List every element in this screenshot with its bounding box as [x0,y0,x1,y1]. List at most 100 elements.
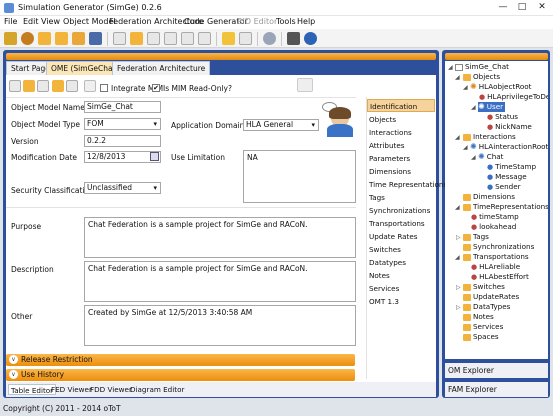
release-restriction-section[interactable]: ∨ Release Restriction [6,354,355,366]
mim-import-icon[interactable] [84,80,96,92]
tree-node-root[interactable]: SimGe_Chat [455,62,509,72]
tree-node-dimensions[interactable]: Dimensions [463,192,515,202]
tree-node-interactions[interactable]: Interactions [463,132,516,142]
maximize-button[interactable]: □ [512,1,532,14]
tree-node-services[interactable]: Services [463,322,503,332]
category-tags[interactable]: Tags [367,191,435,204]
tree-node-notes[interactable]: Notes [463,312,494,322]
category-notes[interactable]: Notes [367,269,435,282]
new-project-icon[interactable] [4,32,17,45]
tree-node-nickname[interactable]: ● NickName [487,122,532,132]
tree-node-objects[interactable]: Objects [463,72,500,82]
tree-node-hla-besteffort[interactable]: ● HLAbestEffort [471,272,529,282]
category-parameters[interactable]: Parameters [367,152,435,165]
mim-open-icon[interactable] [23,80,35,92]
category-omt13[interactable]: OMT 1.3 [367,295,435,308]
tree-node-time-representations[interactable]: TimeRepresentations [463,202,548,212]
category-interactions[interactable]: Interactions [367,126,435,139]
collapse-icon[interactable]: ◢ [471,104,476,111]
category-update-rates[interactable]: Update Rates [367,230,435,243]
mim-save-icon[interactable] [66,80,78,92]
expand-icon[interactable]: ▷ [456,284,461,291]
generate-code-icon[interactable] [222,32,235,45]
menu-tools[interactable]: Tools [276,17,296,26]
tree-node-switches[interactable]: Switches [463,282,505,292]
tree-node-hla-object-root[interactable]: ✺ HLAobjectRoot [470,82,532,92]
tree-node-update-rates[interactable]: UpdateRates [463,292,519,302]
help-icon[interactable] [304,32,317,45]
tree-node-user[interactable]: ✺ User [478,102,506,112]
category-attributes[interactable]: Attributes [367,139,435,152]
new-document-icon[interactable] [113,32,126,45]
category-identification[interactable]: Identification [367,99,435,112]
category-time-representations[interactable]: Time Representations [367,178,447,191]
collapse-icon[interactable]: ◢ [448,64,453,71]
category-dimensions[interactable]: Dimensions [367,165,435,178]
modification-date-picker[interactable]: 12/8/2013 [84,151,161,163]
tree-node-hla-privilege[interactable]: ● HLAprivilegeToDe [479,92,548,102]
tab-om-explorer[interactable]: OM Explorer [445,363,548,378]
category-datatypes[interactable]: Datatypes [367,256,435,269]
mim-readonly-checkbox[interactable]: ✔ [152,84,160,92]
menu-object-model[interactable]: Object Model [63,17,116,26]
use-history-section[interactable]: ∨ Use History [6,369,355,381]
security-classification-select[interactable]: Unclassified ▾ [84,182,161,194]
purpose-textarea[interactable]: Chat Federation is a sample project for … [84,217,356,258]
tree-node-timestamp-rep[interactable]: ● timeStamp [471,212,519,222]
save-icon[interactable] [89,32,102,45]
rid-icon[interactable] [263,32,276,45]
description-textarea[interactable]: Chat Federation is a sample project for … [84,261,356,302]
tree-node-lookahead[interactable]: ● lookahead [471,222,516,232]
close-button[interactable]: ✕ [532,1,552,14]
tree-node-datatypes[interactable]: DataTypes [463,302,510,312]
collapse-icon[interactable]: ◢ [463,84,468,91]
tree-node-tags[interactable]: Tags [463,232,489,242]
menu-edit[interactable]: Edit [23,17,39,26]
export-icon[interactable] [164,32,177,45]
tree-node-message[interactable]: ● Message [487,172,527,182]
menu-help[interactable]: Help [297,17,315,26]
category-transportations[interactable]: Transportations [367,217,435,230]
application-domain-select[interactable]: HLA General ▾ [243,119,319,131]
integrate-mim-checkbox[interactable] [100,84,108,92]
tree-node-hla-reliable[interactable]: ● HLAreliable [471,262,520,272]
tree-node-hla-interaction-root[interactable]: ✺ HLAinteractionRoot [470,142,548,152]
tree-node-transportations[interactable]: Transportations [463,252,529,262]
menu-file[interactable]: File [4,17,17,26]
category-synchronizations[interactable]: Synchronizations [367,204,435,217]
merge-icon[interactable] [198,32,211,45]
tab-fam-explorer[interactable]: FAM Explorer [445,382,548,397]
tab-federation-architecture[interactable]: Federation Architecture [112,61,211,75]
collapse-icon[interactable]: ◢ [463,144,468,151]
version-input[interactable]: 0.2.2 [84,135,161,147]
collapse-icon[interactable]: ◢ [455,74,460,81]
code-options-icon[interactable] [239,32,252,45]
use-limitation-textarea[interactable]: NA [243,150,356,203]
category-switches[interactable]: Switches [367,243,435,256]
settings-icon[interactable] [21,32,34,45]
import-icon[interactable] [147,32,160,45]
expand-icon[interactable]: ▷ [456,304,461,311]
tree-node-timestamp[interactable]: ● TimeStamp [487,162,536,172]
category-services[interactable]: Services [367,282,435,295]
expand-icon[interactable]: ▷ [456,234,461,241]
open-folder-icon[interactable] [38,32,51,45]
panel-menu-icon[interactable] [297,78,313,92]
object-model-name-input[interactable]: SimGe_Chat [84,101,161,113]
other-textarea[interactable]: Created by SimGe at 12/5/2013 3:40:58 AM [84,305,356,346]
menu-view[interactable]: View [41,17,60,26]
open-recent-icon[interactable] [55,32,68,45]
mim-doc-icon[interactable] [9,80,21,92]
tree-node-status[interactable]: ● Status [487,112,518,122]
menu-rid-editor[interactable]: RID Editor [237,17,277,26]
category-objects[interactable]: Objects [367,113,435,126]
collapse-icon[interactable]: ◢ [455,134,460,141]
tree-node-sender[interactable]: ● Sender [487,182,521,192]
close-project-icon[interactable] [72,32,85,45]
open-document-icon[interactable] [130,32,143,45]
minimize-button[interactable]: — [493,1,513,14]
mim-export-icon[interactable] [37,80,49,92]
tree-node-spaces[interactable]: Spaces [463,332,499,342]
tools-icon[interactable] [287,32,300,45]
collapse-icon[interactable]: ◢ [455,204,460,211]
